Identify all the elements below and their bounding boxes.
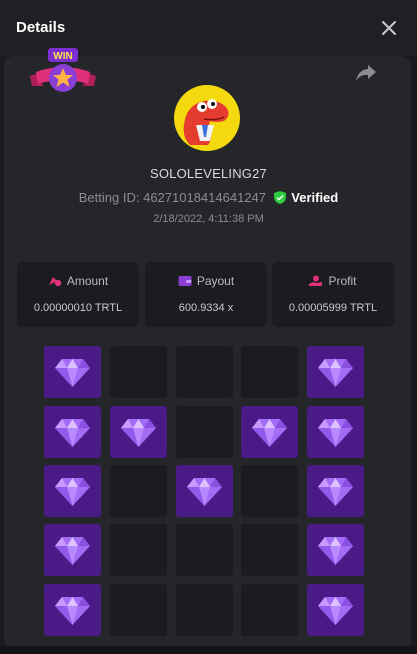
empty-tile[interactable] bbox=[176, 584, 233, 636]
diamond-icon bbox=[55, 419, 90, 447]
empty-tile[interactable] bbox=[176, 524, 233, 576]
win-badge-icon: WIN bbox=[30, 48, 96, 92]
wallet-icon bbox=[178, 276, 192, 286]
profit-stat: Profit 0.00005999 TRTL bbox=[272, 262, 394, 327]
close-icon[interactable] bbox=[378, 17, 400, 39]
empty-tile[interactable] bbox=[241, 584, 298, 636]
share-icon[interactable] bbox=[354, 62, 378, 84]
diamond-icon bbox=[55, 359, 90, 387]
empty-tile[interactable] bbox=[176, 346, 233, 398]
profit-label: Profit bbox=[328, 274, 357, 288]
gem-tile[interactable] bbox=[307, 346, 364, 398]
diamond-icon bbox=[55, 597, 90, 625]
empty-tile[interactable] bbox=[110, 584, 167, 636]
bottom-strip bbox=[0, 646, 417, 654]
diamond-icon bbox=[318, 537, 353, 565]
empty-tile[interactable] bbox=[176, 406, 233, 458]
avatar bbox=[174, 85, 240, 151]
payout-label: Payout bbox=[196, 274, 235, 288]
betting-id-line: Betting ID: 46271018414641247 Verified bbox=[0, 190, 417, 205]
mines-board bbox=[44, 346, 366, 638]
payout-stat: Payout 600.9334 x bbox=[145, 262, 267, 327]
gem-tile[interactable] bbox=[307, 584, 364, 636]
empty-tile[interactable] bbox=[110, 465, 167, 517]
betting-id-value: 46271018414641247 bbox=[143, 190, 267, 205]
empty-tile[interactable] bbox=[241, 346, 298, 398]
gem-tile[interactable] bbox=[241, 406, 298, 458]
verified-label: Verified bbox=[291, 190, 339, 205]
diamond-icon bbox=[187, 478, 222, 506]
verified-shield-icon bbox=[273, 191, 286, 204]
gem-tile[interactable] bbox=[307, 524, 364, 576]
empty-tile[interactable] bbox=[110, 524, 167, 576]
empty-tile[interactable] bbox=[110, 346, 167, 398]
payout-value: 600.9334 x bbox=[178, 302, 234, 314]
gem-tile[interactable] bbox=[176, 465, 233, 517]
diamond-icon bbox=[318, 419, 353, 447]
amount-value: 0.00000010 TRTL bbox=[33, 302, 123, 314]
amount-stat: Amount 0.00000010 TRTL bbox=[17, 262, 139, 327]
gem-tile[interactable] bbox=[44, 524, 101, 576]
gem-tile[interactable] bbox=[44, 584, 101, 636]
empty-tile[interactable] bbox=[241, 524, 298, 576]
diamond-icon bbox=[318, 478, 353, 506]
details-modal: Details WIN SOLOLEVELING27 Betting ID: 4… bbox=[0, 0, 417, 654]
gem-tile[interactable] bbox=[110, 406, 167, 458]
betting-id-label: Betting ID: bbox=[78, 190, 140, 205]
diamond-icon bbox=[252, 419, 287, 447]
diamond-icon bbox=[55, 478, 90, 506]
gem-tile[interactable] bbox=[44, 465, 101, 517]
gem-tile[interactable] bbox=[307, 406, 364, 458]
modal-title: Details bbox=[16, 19, 66, 36]
diamond-icon bbox=[121, 419, 156, 447]
gem-tile[interactable] bbox=[307, 465, 364, 517]
gem-tile[interactable] bbox=[44, 346, 101, 398]
profit-value: 0.00005999 TRTL bbox=[288, 302, 378, 314]
dinosaur-avatar-icon bbox=[183, 99, 229, 145]
amount-label: Amount bbox=[66, 274, 109, 288]
gem-tile[interactable] bbox=[44, 406, 101, 458]
diamond-icon bbox=[55, 537, 90, 565]
win-badge-text: WIN bbox=[53, 51, 72, 62]
bet-datetime: 2/18/2022, 4:11:38 PM bbox=[153, 213, 264, 225]
hand-coin-icon bbox=[309, 275, 323, 286]
diamond-icon bbox=[318, 359, 353, 387]
empty-tile[interactable] bbox=[241, 465, 298, 517]
diamond-icon bbox=[318, 597, 353, 625]
username: SOLOLEVELING27 bbox=[150, 166, 267, 181]
coins-icon bbox=[48, 277, 62, 287]
